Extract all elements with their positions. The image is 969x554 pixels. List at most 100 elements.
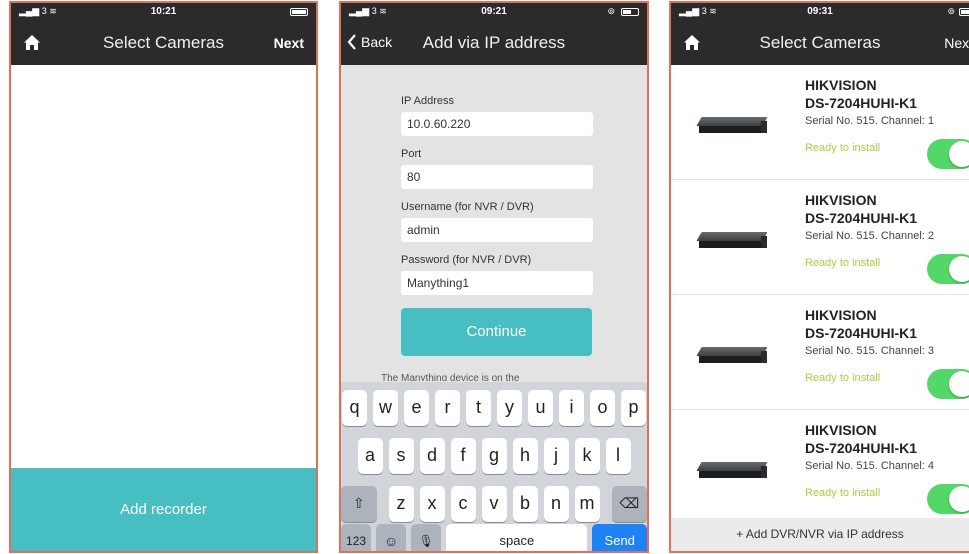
key-n[interactable]: n — [543, 486, 569, 522]
battery-icon — [959, 8, 969, 16]
device-info: HIKVISION DS-7204HUHI-K1 Serial No. 515. C… — [805, 76, 934, 127]
key-k[interactable]: k — [574, 438, 600, 474]
rotation-lock-icon: ⊚ — [607, 6, 615, 16]
device-brand: HIKVISION — [805, 422, 877, 438]
key-e[interactable]: e — [404, 390, 429, 426]
screen-select-cameras-list: ▂▄▆ 3 ≋ 09:31 ⊚ Select Cameras Next HIKV… — [669, 1, 969, 553]
key-q[interactable]: q — [342, 390, 367, 426]
device-status: Ready to install — [805, 487, 881, 499]
device-brand: HIKVISION — [805, 77, 877, 93]
key-i[interactable]: i — [559, 390, 584, 426]
device-brand: HIKVISION — [805, 192, 877, 208]
device-serial: Serial No. 515. Channel: 4 — [805, 460, 935, 472]
page-title: Select Cameras — [103, 33, 224, 52]
status-bar: ▂▄▆ 3 ≋ 09:31 ⊚ — [671, 3, 969, 21]
toggle-knob — [949, 486, 969, 512]
keyboard-row-3: ⇧ zxcvbnm ⌫ — [341, 486, 647, 522]
device-row: HIKVISION DS-7204HUHI-K1 Serial No. 515. C… — [671, 65, 969, 180]
device-info: HIKVISION DS-7204HUHI-K1 Serial No. 515. C… — [805, 421, 934, 472]
key-j[interactable]: j — [543, 438, 569, 474]
port-field[interactable]: 80 — [401, 165, 593, 189]
password-field[interactable]: Manything1 — [401, 271, 593, 295]
device-status: Ready to install — [805, 142, 881, 154]
status-time: 09:31 — [807, 6, 833, 17]
dvr-device-image — [696, 462, 768, 480]
key-d[interactable]: d — [419, 438, 445, 474]
key-f[interactable]: f — [450, 438, 476, 474]
keyboard-row-2: asdfghjkl — [341, 438, 647, 474]
device-row: HIKVISION DS-7204HUHI-K1 Serial No. 515. C… — [671, 295, 969, 410]
rotation-lock-icon: ⊚ — [947, 6, 955, 16]
next-button[interactable]: Next — [274, 35, 304, 51]
status-time: 10:21 — [150, 6, 177, 17]
ip-address-field[interactable]: 10.0.60.220 — [401, 112, 593, 136]
nav-bar: Select Cameras Next — [671, 21, 969, 65]
key-s[interactable]: s — [388, 438, 414, 474]
keyboard: qwertyuiop asdfghjkl ⇧ zxcvbnm ⌫ 123 ☺ 🎙… — [341, 382, 647, 551]
screen-add-via-ip: ▂▄▆ 3 ≋ 09:21 ⊚ Back Add via IP address … — [339, 1, 649, 553]
keyboard-row-4: 123 ☺ 🎙 space Send — [341, 524, 647, 551]
next-button[interactable]: Next — [944, 35, 969, 51]
battery-icon — [290, 8, 308, 16]
add-recorder-button[interactable]: Add recorder — [11, 468, 316, 551]
screen-select-cameras-empty: ▂▄▆ 3 ≋ 10:21 Select Cameras Next Add re… — [9, 1, 318, 553]
device-serial: Serial No. 515. Channel: 2 — [805, 230, 935, 242]
install-toggle[interactable] — [927, 254, 969, 284]
status-time: 09:21 — [481, 6, 507, 17]
install-toggle[interactable] — [927, 139, 969, 169]
toggle-knob — [949, 256, 969, 282]
toggle-knob — [949, 141, 969, 167]
key-y[interactable]: y — [497, 390, 522, 426]
dvr-device-image — [696, 117, 768, 135]
device-row: HIKVISION DS-7204HUHI-K1 Serial No. 515. C… — [671, 410, 969, 525]
device-status: Ready to install — [805, 257, 881, 269]
username-field[interactable]: admin — [401, 218, 593, 242]
key-r[interactable]: r — [435, 390, 460, 426]
key-w[interactable]: w — [373, 390, 398, 426]
device-info: HIKVISION DS-7204HUHI-K1 Serial No. 515. C… — [805, 191, 934, 242]
key-h[interactable]: h — [512, 438, 538, 474]
emoji-key[interactable]: ☺ — [376, 524, 407, 551]
key-g[interactable]: g — [481, 438, 507, 474]
key-p[interactable]: p — [621, 390, 646, 426]
toggle-knob — [949, 371, 969, 397]
password-label: Password (for NVR / DVR) — [401, 254, 532, 266]
key-z[interactable]: z — [388, 486, 414, 522]
device-status: Ready to install — [805, 372, 881, 384]
partial-hint-text: The Manything device is on the — [381, 373, 520, 381]
device-model: DS-7204HUHI-K1 — [805, 95, 918, 111]
key-c[interactable]: c — [450, 486, 476, 522]
nav-bar: Back Add via IP address — [341, 21, 647, 65]
device-serial: Serial No. 515. Channel: 1 — [805, 115, 935, 127]
page-title: Add via IP address — [422, 33, 566, 52]
device-serial: Serial No. 515. Channel: 3 — [805, 345, 935, 357]
status-bar: ▂▄▆ 3 ≋ 10:21 — [11, 3, 316, 21]
device-model: DS-7204HUHI-K1 — [805, 210, 918, 226]
shift-key[interactable]: ⇧ — [341, 486, 377, 522]
status-bar: ▂▄▆ 3 ≋ 09:21 ⊚ — [341, 3, 647, 21]
key-o[interactable]: o — [590, 390, 615, 426]
key-u[interactable]: u — [528, 390, 553, 426]
key-l[interactable]: l — [605, 438, 631, 474]
delete-key[interactable]: ⌫ — [611, 486, 647, 522]
key-x[interactable]: x — [419, 486, 445, 522]
device-model: DS-7204HUHI-K1 — [805, 325, 918, 341]
continue-button[interactable]: Continue — [401, 308, 592, 356]
install-toggle[interactable] — [927, 369, 969, 399]
key-m[interactable]: m — [574, 486, 600, 522]
key-b[interactable]: b — [512, 486, 538, 522]
dvr-device-image — [696, 347, 768, 365]
numbers-key[interactable]: 123 — [341, 524, 372, 551]
nav-bar: Select Cameras Next — [11, 21, 316, 65]
add-dvr-via-ip-button[interactable]: + Add DVR/NVR via IP address — [671, 518, 969, 551]
install-toggle[interactable] — [927, 484, 969, 514]
battery-icon — [621, 8, 639, 16]
send-key[interactable]: Send — [592, 524, 647, 551]
microphone-key[interactable]: 🎙 — [411, 524, 442, 551]
key-a[interactable]: a — [357, 438, 383, 474]
space-key[interactable]: space — [446, 524, 588, 551]
username-label: Username (for NVR / DVR) — [401, 201, 534, 213]
device-info: HIKVISION DS-7204HUHI-K1 Serial No. 515. C… — [805, 306, 934, 357]
key-t[interactable]: t — [466, 390, 491, 426]
key-v[interactable]: v — [481, 486, 507, 522]
